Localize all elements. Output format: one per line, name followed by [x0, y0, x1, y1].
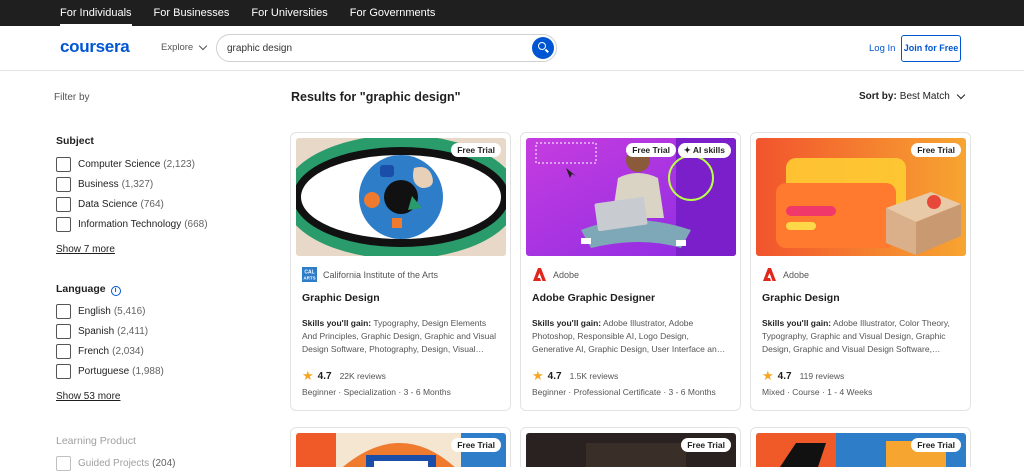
sort-value: Best Match — [899, 91, 950, 102]
search-input[interactable]: graphic design — [227, 43, 292, 54]
filter-option[interactable]: Spanish (2,411) — [56, 324, 148, 339]
filter-option[interactable]: Computer Science (2,123) — [56, 157, 195, 172]
partner-info: CAL ARTS California Institute of the Arts — [302, 267, 438, 282]
show-more-languages-link[interactable]: Show 53 more — [56, 391, 120, 402]
course-rating: ★ 4.7 22K reviews — [302, 368, 386, 383]
course-meta: Mixed · Course · 1 - 4 Weeks — [762, 387, 873, 397]
filter-sidebar: Filter by Subject Computer Science (2,123… — [0, 72, 260, 471]
checkbox[interactable] — [56, 197, 71, 212]
course-meta: Beginner · Specialization · 3 - 6 Months — [302, 387, 451, 397]
explore-label: Explore — [161, 42, 194, 53]
explore-menu[interactable]: Explore — [161, 41, 208, 53]
ai-skills-badge: ✦ AI skills — [677, 143, 731, 158]
star-icon: ★ — [532, 368, 544, 383]
course-meta: Beginner · Professional Certificate · 3 … — [532, 387, 716, 397]
course-thumbnail: Free Trial — [526, 433, 736, 467]
login-link[interactable]: Log In — [869, 43, 895, 54]
show-more-subjects-link[interactable]: Show 7 more — [56, 244, 115, 255]
course-rating: ★ 4.7 1.5K reviews — [532, 368, 619, 383]
course-title[interactable]: Graphic Design — [762, 292, 840, 304]
filter-option[interactable]: Business (1,327) — [56, 177, 153, 192]
search-button[interactable] — [532, 37, 554, 59]
join-for-free-button[interactable]: Join for Free — [901, 35, 961, 62]
search-bar[interactable]: graphic design — [216, 34, 557, 62]
filter-option[interactable]: English (5,416) — [56, 304, 146, 319]
checkbox[interactable] — [56, 304, 71, 319]
partner-name: Adobe — [783, 269, 810, 280]
course-thumbnail: Free Trial — [296, 433, 506, 467]
free-trial-badge: Free Trial — [911, 143, 961, 157]
course-card[interactable]: Free Trial ✦ AI skills Adobe Adobe Graph… — [520, 132, 741, 411]
course-thumbnail: Free Trial — [296, 138, 506, 256]
checkbox[interactable] — [56, 344, 71, 359]
course-skills: Skills you'll gain: Adobe Illustrator, C… — [762, 318, 950, 354]
checkbox[interactable] — [56, 217, 71, 232]
nav-for-individuals[interactable]: For Individuals — [60, 0, 132, 26]
chevron-down-icon — [956, 90, 966, 100]
course-thumbnail: Free Trial — [756, 433, 966, 467]
course-card[interactable]: Free Trial — [750, 427, 971, 467]
partner-name: Adobe — [553, 269, 580, 280]
filter-option[interactable]: Information Technology (668) — [56, 217, 208, 232]
nav-for-universities[interactable]: For Universities — [251, 0, 327, 26]
adobe-logo-icon — [533, 268, 546, 281]
sort-dropdown[interactable]: Sort by: Best Match — [859, 90, 966, 102]
partner-info: Adobe — [762, 267, 809, 282]
course-title[interactable]: Adobe Graphic Designer — [532, 292, 655, 304]
checkbox[interactable] — [56, 177, 71, 192]
filter-option[interactable]: French (2,034) — [56, 344, 144, 359]
course-card[interactable]: Free Trial Adobe Graphic Design Skills y… — [750, 132, 971, 411]
site-header: coursera Explore graphic design Log In J… — [0, 26, 1024, 71]
coursera-logo[interactable]: coursera — [60, 37, 130, 57]
free-trial-badge: Free Trial — [681, 438, 731, 452]
language-heading: Language i — [56, 283, 121, 296]
svg-text:ARTS: ARTS — [303, 276, 315, 281]
subject-heading: Subject — [56, 135, 94, 147]
star-icon: ★ — [762, 368, 774, 383]
adobe-logo-icon — [763, 268, 776, 281]
checkbox[interactable] — [56, 324, 71, 339]
free-trial-badge: Free Trial — [626, 143, 676, 157]
star-icon: ★ — [302, 368, 314, 383]
partner-info: Adobe — [532, 267, 579, 282]
nav-for-businesses[interactable]: For Businesses — [154, 0, 230, 26]
chevron-down-icon — [198, 41, 208, 50]
course-thumbnail: Free Trial ✦ AI skills — [526, 138, 736, 256]
free-trial-badge: Free Trial — [451, 143, 501, 157]
free-trial-badge: Free Trial — [451, 438, 501, 452]
partner-name: California Institute of the Arts — [323, 269, 439, 280]
sparkle-icon: ✦ — [683, 145, 691, 155]
course-title[interactable]: Graphic Design — [302, 292, 380, 304]
course-card[interactable]: Free Trial — [290, 427, 511, 467]
course-skills: Skills you'll gain: Adobe Illustrator, A… — [532, 318, 726, 354]
audience-nav: For Individuals For Businesses For Unive… — [0, 0, 1024, 26]
course-card[interactable]: Free Trial CAL ARTS California Institute … — [290, 132, 511, 411]
sort-label: Sort by: — [859, 91, 897, 102]
course-skills: Skills you'll gain: Typography, Design E… — [302, 318, 497, 354]
nav-for-governments[interactable]: For Governments — [350, 0, 436, 26]
course-thumbnail: Free Trial — [756, 138, 966, 256]
learning-product-heading: Learning Product — [56, 435, 136, 447]
free-trial-badge: Free Trial — [911, 438, 961, 452]
filter-option[interactable]: Data Science (764) — [56, 197, 164, 212]
checkbox[interactable] — [56, 456, 71, 471]
calarts-logo-icon: CALARTS — [302, 267, 317, 282]
filter-by-heading: Filter by — [54, 92, 90, 103]
checkbox[interactable] — [56, 364, 71, 379]
info-icon[interactable]: i — [110, 286, 121, 296]
filter-option[interactable]: Portuguese (1,988) — [56, 364, 164, 379]
course-rating: ★ 4.7 119 reviews — [762, 368, 845, 383]
checkbox[interactable] — [56, 157, 71, 172]
course-card[interactable]: Free Trial — [520, 427, 741, 467]
results-title: Results for "graphic design" — [291, 90, 461, 104]
filter-option[interactable]: Guided Projects (204) — [56, 456, 176, 471]
